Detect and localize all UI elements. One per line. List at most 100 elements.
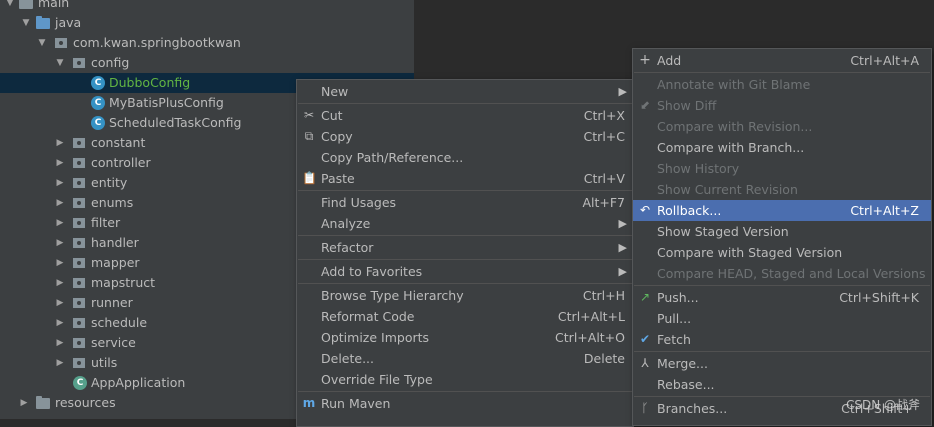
tree-label: mapstruct <box>91 275 156 290</box>
package-icon <box>73 318 85 328</box>
tree-label: constant <box>91 135 146 150</box>
menu-item-delete[interactable]: Delete... Delete <box>297 348 633 369</box>
class-icon: C <box>91 96 105 110</box>
menu-item-compare-staged[interactable]: Compare with Staged Version <box>633 242 931 263</box>
chevron-right-icon[interactable]: ▶ <box>54 313 66 333</box>
package-icon <box>73 158 85 168</box>
copy-icon: ⧉ <box>304 129 314 143</box>
menu-item-add[interactable]: + Add Ctrl+Alt+A <box>633 50 931 71</box>
package-icon <box>73 278 85 288</box>
tree-label: controller <box>91 155 151 170</box>
chevron-right-icon[interactable]: ▶ <box>54 273 66 293</box>
menu-item-cut[interactable]: ✂ Cut Ctrl+X <box>297 105 633 126</box>
chevron-right-icon[interactable]: ▶ <box>54 133 66 153</box>
tree-label: main <box>38 0 70 10</box>
tree-row-java[interactable]: ▼ java <box>0 13 414 33</box>
chevron-right-icon[interactable]: ▶ <box>54 293 66 313</box>
menu-separator <box>298 190 632 191</box>
tree-label: enums <box>91 195 134 210</box>
menu-item-rollback[interactable]: ↶ Rollback... Ctrl+Alt+Z <box>633 200 931 221</box>
tree-label: DubboConfig <box>109 75 191 90</box>
tree-label: runner <box>91 295 133 310</box>
menu-item-show-staged[interactable]: Show Staged Version <box>633 221 931 242</box>
context-menu: New ▶ ✂ Cut Ctrl+X ⧉ Copy Ctrl+C Copy Pa… <box>296 79 634 427</box>
menu-item-browse-hierarchy[interactable]: Browse Type Hierarchy Ctrl+H <box>297 285 633 306</box>
menu-item-show-current-revision[interactable]: Show Current Revision <box>633 179 931 200</box>
chevron-right-icon[interactable]: ▶ <box>54 213 66 233</box>
menu-item-optimize-imports[interactable]: Optimize Imports Ctrl+Alt+O <box>297 327 633 348</box>
menu-item-show-diff[interactable]: ⬋ Show Diff <box>633 95 931 116</box>
menu-item-copy-path[interactable]: Copy Path/Reference... <box>297 147 633 168</box>
chevron-right-icon[interactable]: ▶ <box>54 233 66 253</box>
merge-icon: ⅄ <box>641 356 649 370</box>
tree-row-config[interactable]: ▼ config <box>0 53 414 73</box>
tree-label: schedule <box>91 315 148 330</box>
class-icon: C <box>91 76 105 90</box>
menu-item-show-history[interactable]: Show History <box>633 158 931 179</box>
tree-row-package-root[interactable]: ▼ com.kwan.springbootkwan <box>0 33 414 53</box>
tree-row-main[interactable]: ▼ main <box>0 0 414 13</box>
menu-item-fetch[interactable]: ✔ Fetch <box>633 329 931 350</box>
menu-item-reformat[interactable]: Reformat Code Ctrl+Alt+L <box>297 306 633 327</box>
package-icon <box>73 298 85 308</box>
menu-item-rebase[interactable]: Rebase... <box>633 374 931 395</box>
chevron-down-icon[interactable]: ▼ <box>4 0 16 13</box>
git-submenu: + Add Ctrl+Alt+A Annotate with Git Blame… <box>632 48 932 426</box>
menu-item-analyze[interactable]: Analyze ▶ <box>297 213 633 234</box>
spring-app-icon: C <box>73 376 87 390</box>
package-icon <box>55 38 67 48</box>
tree-label: MyBatisPlusConfig <box>109 95 224 110</box>
tree-label: ScheduledTaskConfig <box>109 115 242 130</box>
fetch-check-icon: ✔ <box>639 332 651 346</box>
tree-label: mapper <box>91 255 140 270</box>
maven-icon: m <box>302 396 316 410</box>
menu-item-run-maven[interactable]: m Run Maven <box>297 393 633 414</box>
source-folder-icon <box>36 16 50 29</box>
menu-item-compare-head[interactable]: Compare HEAD, Staged and Local Versions <box>633 263 931 284</box>
menu-item-compare-branch[interactable]: Compare with Branch... <box>633 137 931 158</box>
menu-item-new[interactable]: New ▶ <box>297 81 633 102</box>
chevron-right-icon[interactable]: ▶ <box>54 333 66 353</box>
tree-label: entity <box>91 175 128 190</box>
package-icon <box>73 338 85 348</box>
chevron-right-icon[interactable]: ▶ <box>18 393 30 413</box>
tree-label: utils <box>91 355 118 370</box>
menu-item-annotate[interactable]: Annotate with Git Blame <box>633 74 931 95</box>
push-arrow-icon: ↗ <box>639 290 651 304</box>
menu-item-refactor[interactable]: Refactor ▶ <box>297 237 633 258</box>
package-icon <box>73 198 85 208</box>
menu-item-add-to-favorites[interactable]: Add to Favorites ▶ <box>297 261 633 282</box>
menu-item-find-usages[interactable]: Find Usages Alt+F7 <box>297 192 633 213</box>
chevron-right-icon[interactable]: ▶ <box>54 173 66 193</box>
branch-icon: ᚴ <box>641 401 649 415</box>
package-icon <box>73 138 85 148</box>
menu-separator <box>298 259 632 260</box>
tree-label: filter <box>91 215 121 230</box>
chevron-right-icon[interactable]: ▶ <box>54 193 66 213</box>
submenu-arrow-icon: ▶ <box>618 265 627 278</box>
chevron-down-icon[interactable]: ▼ <box>20 13 32 33</box>
plus-icon: + <box>639 52 651 68</box>
chevron-right-icon[interactable]: ▶ <box>54 353 66 373</box>
chevron-right-icon[interactable]: ▶ <box>54 253 66 273</box>
tree-label: handler <box>91 235 139 250</box>
menu-item-compare-revision[interactable]: Compare with Revision... <box>633 116 931 137</box>
rollback-icon: ↶ <box>639 203 651 217</box>
chevron-down-icon[interactable]: ▼ <box>36 33 48 53</box>
menu-item-paste[interactable]: 📋 Paste Ctrl+V <box>297 168 633 189</box>
menu-item-override-file-type[interactable]: Override File Type <box>297 369 633 390</box>
package-icon <box>73 58 85 68</box>
menu-item-pull[interactable]: Pull... <box>633 308 931 329</box>
scissors-icon: ✂ <box>303 108 315 122</box>
menu-item-merge[interactable]: ⅄ Merge... <box>633 353 931 374</box>
tree-label: service <box>91 335 136 350</box>
chevron-down-icon[interactable]: ▼ <box>54 53 66 73</box>
menu-separator <box>298 235 632 236</box>
submenu-arrow-icon: ▶ <box>618 217 627 230</box>
tree-label: com.kwan.springbootkwan <box>73 35 241 50</box>
menu-item-push[interactable]: ↗ Push... Ctrl+Shift+K <box>633 287 931 308</box>
tree-label: config <box>91 55 130 70</box>
menu-item-copy[interactable]: ⧉ Copy Ctrl+C <box>297 126 633 147</box>
chevron-right-icon[interactable]: ▶ <box>54 153 66 173</box>
tree-label: AppApplication <box>91 375 186 390</box>
